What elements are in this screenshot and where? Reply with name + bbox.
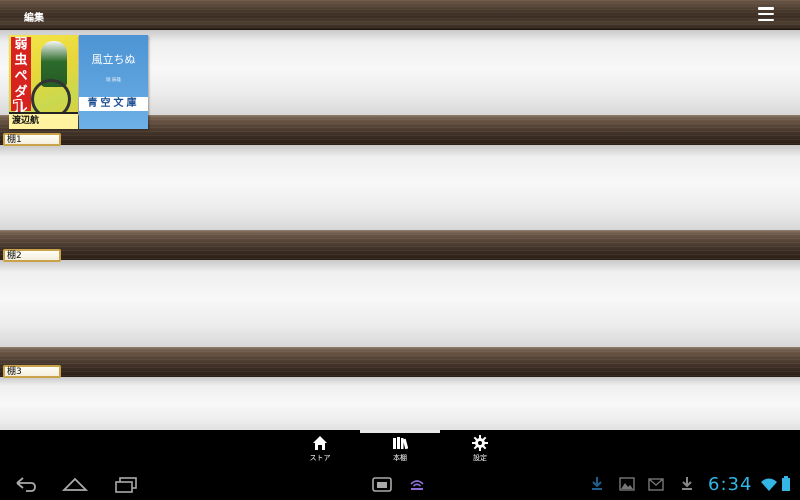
active-tab-indicator <box>360 430 440 433</box>
settings-tab-label: 設定 <box>473 454 487 462</box>
system-navigation-bar: 6:34 <box>0 470 800 500</box>
gear-icon <box>472 435 488 451</box>
store-tab-label: ストア <box>309 454 331 462</box>
screenshot-icon[interactable] <box>372 475 392 493</box>
store-tab[interactable]: ストア <box>280 430 360 470</box>
book-title: 風立ちぬ <box>91 53 136 66</box>
top-header-bar: 編集 <box>0 0 800 30</box>
battery-icon <box>782 476 790 491</box>
gmail-icon <box>648 478 664 491</box>
hamburger-menu-icon[interactable] <box>758 7 774 22</box>
edit-button[interactable]: 編集 <box>24 9 44 24</box>
bookshelf-tab-label: 本棚 <box>393 454 407 462</box>
download-icon <box>682 477 692 490</box>
shelf-panel-3[interactable] <box>0 377 800 430</box>
book-cover-yowamushi-pedal[interactable]: 弱虫ペダル 1 渡辺航 <box>9 35 78 129</box>
status-clock: 6:34 <box>708 474 753 495</box>
image-icon <box>619 477 635 491</box>
settings-tab[interactable]: 設定 <box>440 430 520 470</box>
download-icon <box>592 477 602 490</box>
book-author: 堀 辰雄 <box>106 78 121 83</box>
wireless-icon[interactable] <box>408 475 426 493</box>
shelf-label-1[interactable]: 棚1 <box>3 133 61 146</box>
home-icon <box>313 436 327 450</box>
book-series-band: 青空文庫 <box>79 97 148 111</box>
bookshelf-icon <box>393 437 408 450</box>
book-cover-kaze-tachinu[interactable]: 風立ちぬ 堀 辰雄 青空文庫 <box>79 35 148 129</box>
wifi-icon <box>761 478 777 491</box>
recent-apps-icon[interactable] <box>114 475 138 493</box>
shelf-panel-2[interactable] <box>0 260 800 347</box>
shelf-board <box>0 230 800 260</box>
bottom-action-bar: ストア 本棚 設定 <box>0 430 800 470</box>
shelf-label-3[interactable]: 棚3 <box>3 365 61 378</box>
back-icon[interactable] <box>14 475 38 493</box>
book-author: 渡辺航 <box>9 112 78 129</box>
shelf-board <box>0 347 800 377</box>
shelf-panel-1[interactable] <box>0 145 800 230</box>
bookshelf-tab[interactable]: 本棚 <box>360 430 440 470</box>
shelf-label-2[interactable]: 棚2 <box>3 249 61 262</box>
home-nav-icon[interactable] <box>62 475 88 493</box>
